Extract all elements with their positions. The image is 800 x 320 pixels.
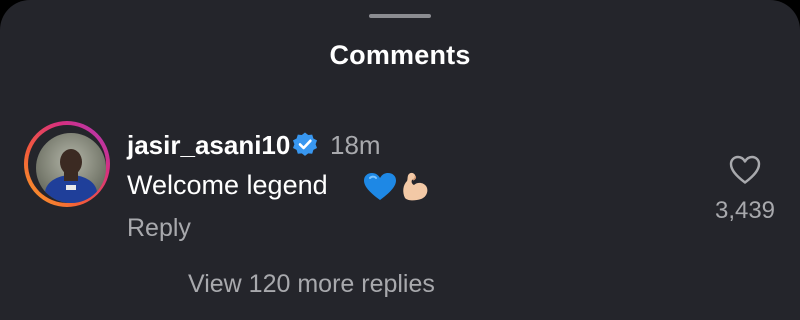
avatar-photo — [45, 149, 97, 203]
avatar-ring-gap — [28, 125, 106, 203]
comment-timestamp: 18m — [330, 130, 381, 160]
reply-button[interactable]: Reply — [127, 214, 191, 243]
avatar[interactable] — [24, 121, 110, 207]
comments-sheet: Comments jasir_asani10 18m Welcome legen… — [0, 0, 800, 320]
comment-username[interactable]: jasir_asani10 — [127, 130, 290, 161]
comment-text: Welcome legend — [127, 170, 328, 200]
drag-handle[interactable] — [369, 14, 431, 18]
like-count: 3,439 — [714, 197, 776, 224]
sheet-title: Comments — [329, 40, 471, 70]
verified-badge-icon — [293, 132, 317, 156]
flexed-biceps-emoji — [403, 172, 428, 201]
blue-heart-emoji — [364, 173, 396, 200]
avatar-image — [36, 133, 106, 203]
heart-outline-icon[interactable] — [728, 154, 762, 186]
